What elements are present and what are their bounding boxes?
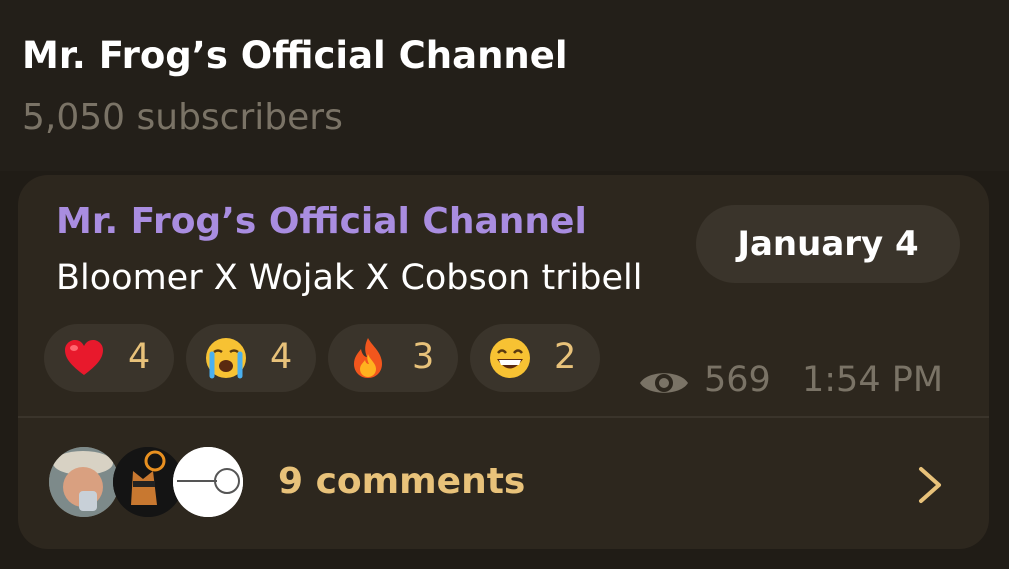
eye-icon [640, 373, 688, 393]
chevron-right-icon[interactable] [915, 465, 945, 505]
avatar [173, 447, 243, 517]
subscriber-count: 5,050 subscribers [22, 97, 343, 138]
reaction-count: 4 [128, 337, 151, 377]
comments-button[interactable]: 9 comments [278, 461, 525, 502]
red-heart-icon [65, 340, 103, 375]
fire-icon [354, 338, 382, 378]
reaction-count: 2 [554, 337, 577, 377]
grinning-face-icon [490, 338, 530, 378]
reaction-count: 4 [270, 337, 293, 377]
reaction-fire[interactable]: 3 [328, 324, 458, 392]
crying-face-icon [206, 338, 246, 379]
reaction-heart[interactable]: 4 [44, 324, 174, 392]
reaction-grin[interactable]: 2 [470, 324, 600, 392]
reaction-crying[interactable]: 4 [186, 324, 316, 392]
date-badge: January 4 [696, 205, 960, 283]
message-author[interactable]: Mr. Frog’s Official Channel [56, 201, 587, 242]
message-text: Bloomer X Wojak X Cobson tribell [56, 258, 643, 298]
avatar [49, 447, 119, 517]
message-time: 1:54 PM [802, 360, 944, 400]
channel-title[interactable]: Mr. Frog’s Official Channel [22, 34, 568, 77]
view-count: 569 [704, 360, 771, 400]
message-bubble: Mr. Frog’s Official Channel Bloomer X Wo… [18, 175, 989, 549]
divider [18, 416, 989, 418]
channel-header[interactable]: Mr. Frog’s Official Channel 5,050 subscr… [0, 0, 1009, 171]
reaction-count: 3 [412, 337, 435, 377]
